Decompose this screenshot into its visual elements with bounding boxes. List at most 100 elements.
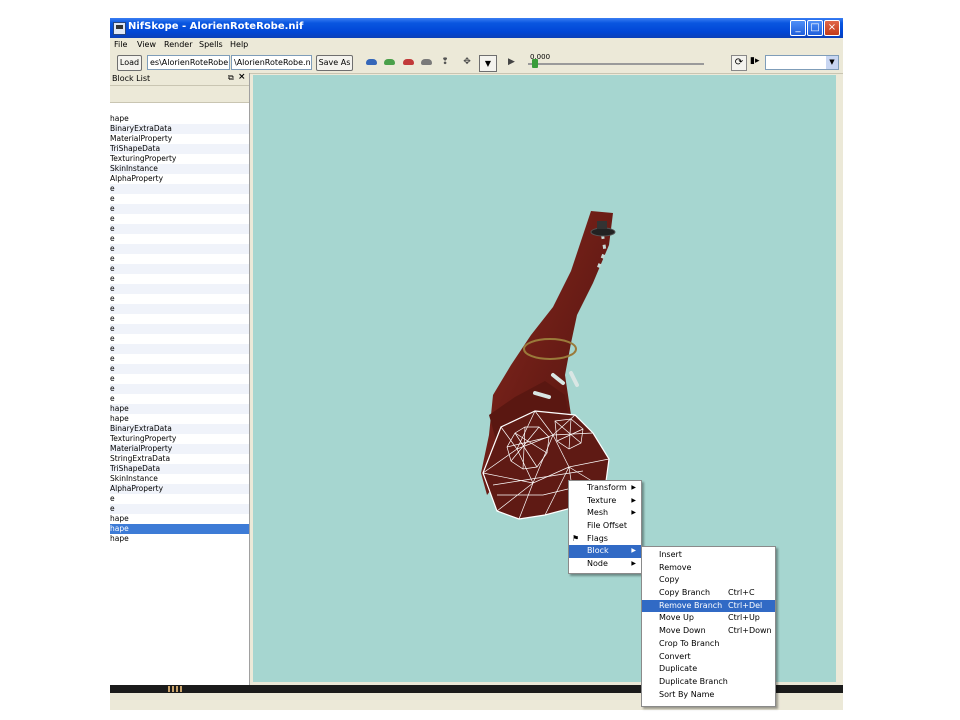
play-icon[interactable]: ▶ xyxy=(508,57,515,67)
submenu-item-remove[interactable]: Remove xyxy=(642,562,775,575)
chevron-down-icon[interactable]: ▼ xyxy=(826,56,838,69)
submenu-item-sort-by-name[interactable]: Sort By Name xyxy=(642,689,775,702)
block-list-row[interactable]: hape xyxy=(110,404,249,414)
submenu-item-copy-branch[interactable]: Copy Branch Ctrl+C xyxy=(642,587,775,600)
block-list-row[interactable]: e xyxy=(110,194,249,204)
block-list-row[interactable]: e xyxy=(110,204,249,214)
title-bar[interactable]: NifSkope - AlorienRoteRobe.nif _ □ × xyxy=(110,18,843,38)
close-button[interactable]: × xyxy=(824,20,840,36)
menu-view[interactable]: View xyxy=(137,40,156,49)
block-list-row[interactable]: e xyxy=(110,314,249,324)
maximize-button[interactable]: □ xyxy=(807,20,823,36)
block-list-column-header[interactable] xyxy=(110,86,249,103)
view-green-eye-icon[interactable] xyxy=(384,59,395,65)
submenu-item-move-down[interactable]: Move Down Ctrl+Down xyxy=(642,625,775,638)
animation-select[interactable]: ▼ xyxy=(765,55,839,70)
submenu-item-duplicate[interactable]: Duplicate xyxy=(642,663,775,676)
switch-animation-icon[interactable]: ▮▸ xyxy=(750,56,759,66)
block-list-row[interactable]: e xyxy=(110,254,249,264)
move-cross-icon[interactable]: ✥ xyxy=(461,57,473,67)
block-list-row[interactable]: e xyxy=(110,324,249,334)
block-list-row[interactable]: BinaryExtraData xyxy=(110,124,249,134)
save-as-button[interactable]: Save As xyxy=(316,55,353,71)
menu-help[interactable]: Help xyxy=(230,40,248,49)
submenu-item-remove-branch[interactable]: Remove Branch Ctrl+Del xyxy=(642,599,775,613)
context-menu-item-block[interactable]: Block ▶ xyxy=(569,545,641,559)
submenu-item-crop-to-branch[interactable]: Crop To Branch xyxy=(642,638,775,651)
block-list-row[interactable]: e xyxy=(110,214,249,224)
block-list-row[interactable]: e xyxy=(110,294,249,304)
block-list-row[interactable]: e xyxy=(110,284,249,294)
block-list-row[interactable]: TriShapeData xyxy=(110,464,249,474)
block-list-row[interactable]: e xyxy=(110,244,249,254)
minimize-button[interactable]: _ xyxy=(790,20,806,36)
block-list-row[interactable]: e xyxy=(110,354,249,364)
time-slider-handle[interactable] xyxy=(532,59,538,68)
block-list-row[interactable]: e xyxy=(110,304,249,314)
block-list-row[interactable]: e xyxy=(110,344,249,354)
block-list-row[interactable]: hape xyxy=(110,534,249,544)
block-list-row[interactable]: MaterialProperty xyxy=(110,134,249,144)
block-list-row[interactable]: StringExtraData xyxy=(110,454,249,464)
block-list-rows: hape BinaryExtraData MaterialProperty TriSh… xyxy=(110,114,249,544)
context-menu-item-mesh[interactable]: Mesh ▶ xyxy=(569,507,641,520)
block-list-row[interactable]: hape xyxy=(110,114,249,124)
block-list-row[interactable]: SkinInstance xyxy=(110,164,249,174)
block-list-row[interactable]: e xyxy=(110,264,249,274)
footprints-icon[interactable]: ❢ xyxy=(439,57,451,67)
block-list-row[interactable]: TriShapeData xyxy=(110,144,249,154)
block-list-row[interactable]: e xyxy=(110,374,249,384)
block-list-row[interactable]: e xyxy=(110,274,249,284)
block-list-row[interactable]: hape xyxy=(110,514,249,524)
block-list-row[interactable]: TexturingProperty xyxy=(110,154,249,164)
save-path-input[interactable]: \AlorienRoteRobe.nif xyxy=(231,55,312,70)
submenu-arrow-icon: ▶ xyxy=(631,484,636,491)
block-list-row[interactable]: e xyxy=(110,234,249,244)
block-list-row[interactable]: SkinInstance xyxy=(110,474,249,484)
window-title: NifSkope - AlorienRoteRobe.nif xyxy=(128,21,304,32)
view-red-eye-icon[interactable] xyxy=(403,59,414,65)
submenu-item-copy[interactable]: Copy xyxy=(642,574,775,587)
block-list-row[interactable]: MaterialProperty xyxy=(110,444,249,454)
context-menu-item-texture[interactable]: Texture ▶ xyxy=(569,495,641,508)
block-list-row[interactable]: AlphaProperty xyxy=(110,174,249,184)
block-list-row[interactable]: e xyxy=(110,184,249,194)
block-list-row[interactable]: e xyxy=(110,494,249,504)
submenu-arrow-icon: ▶ xyxy=(631,547,636,555)
context-menu-item-file-offset[interactable]: File Offset xyxy=(569,520,641,533)
submenu-item-label: Copy Branch xyxy=(659,588,711,598)
close-panel-icon[interactable]: × xyxy=(238,73,246,82)
time-slider-track[interactable] xyxy=(528,63,704,65)
submenu-item-label: Duplicate xyxy=(659,664,698,674)
resize-grip[interactable] xyxy=(168,686,182,692)
context-menu-item-flags[interactable]: ⚑ Flags xyxy=(569,533,641,546)
menu-spells[interactable]: Spells xyxy=(199,40,223,49)
view-dropdown-button[interactable]: ▼ xyxy=(479,55,497,72)
menu-file[interactable]: File xyxy=(114,40,127,49)
load-path-input[interactable]: es\AlorienRoteRobe.nif xyxy=(147,55,230,70)
block-list-row[interactable]: e xyxy=(110,394,249,404)
block-list-row[interactable]: e xyxy=(110,364,249,374)
load-button[interactable]: Load xyxy=(117,55,142,71)
submenu-item-convert[interactable]: Convert xyxy=(642,651,775,664)
loop-icon[interactable]: ⟳ xyxy=(731,55,747,71)
block-list-row[interactable]: hape xyxy=(110,524,249,534)
block-list-row[interactable]: e xyxy=(110,224,249,234)
submenu-item-label: Remove xyxy=(659,562,692,572)
block-list-row[interactable]: e xyxy=(110,334,249,344)
submenu-item-insert[interactable]: Insert xyxy=(642,549,775,562)
view-gray-eye-icon[interactable] xyxy=(421,59,432,65)
context-menu-item-transform[interactable]: Transform ▶ xyxy=(569,482,641,495)
block-list-row[interactable]: e xyxy=(110,384,249,394)
block-list-row[interactable]: hape xyxy=(110,414,249,424)
float-panel-icon[interactable]: ⧉ xyxy=(228,73,234,83)
block-list-row[interactable]: e xyxy=(110,504,249,514)
block-list-row[interactable]: AlphaProperty xyxy=(110,484,249,494)
menu-render[interactable]: Render xyxy=(164,40,192,49)
view-blue-eye-icon[interactable] xyxy=(366,59,377,65)
submenu-item-move-up[interactable]: Move Up Ctrl+Up xyxy=(642,612,775,625)
block-list-row[interactable]: BinaryExtraData xyxy=(110,424,249,434)
context-menu-item-node[interactable]: Node ▶ xyxy=(569,558,641,571)
block-list-row[interactable]: TexturingProperty xyxy=(110,434,249,444)
submenu-item-duplicate-branch[interactable]: Duplicate Branch xyxy=(642,676,775,689)
